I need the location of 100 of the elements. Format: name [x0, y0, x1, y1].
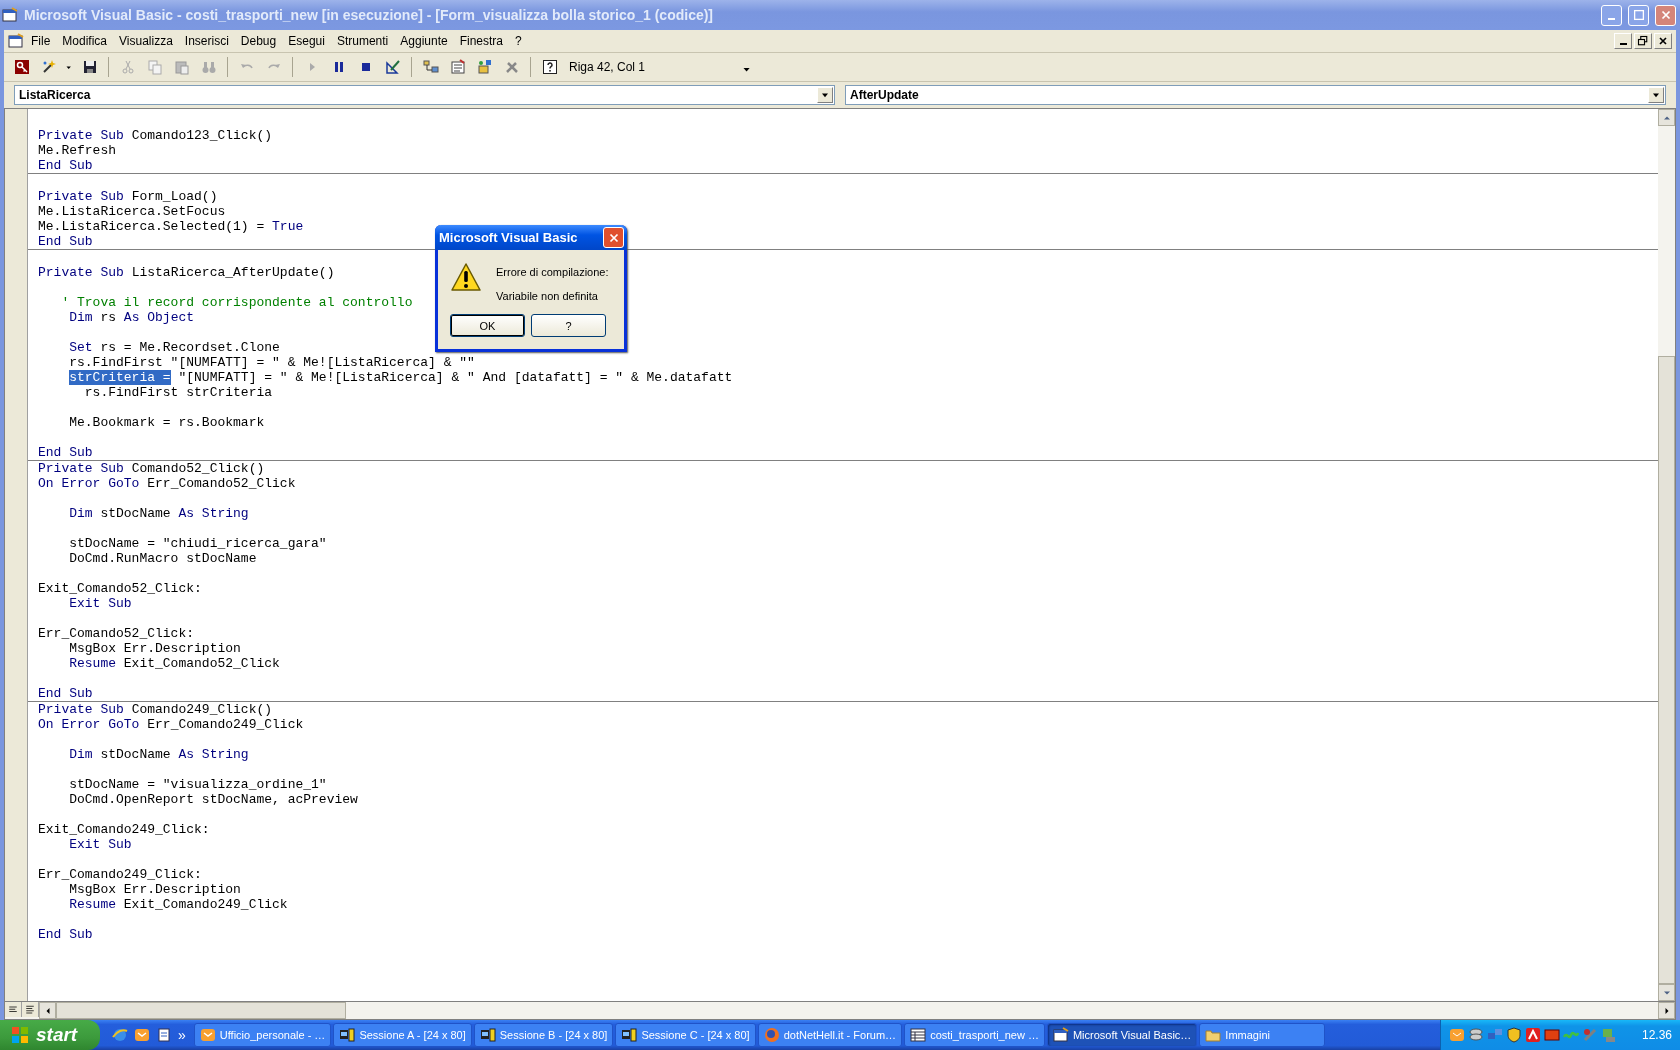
dialog-title: Microsoft Visual Basic — [439, 230, 579, 245]
window-icon — [8, 33, 24, 49]
code-line: Private Sub Form_Load() — [37, 189, 218, 204]
window-title: Microsoft Visual Basic - costi_trasporti_new [in esecuzione] - [Form_visualizza bolla storico_1 (codice)] — [24, 7, 715, 23]
menu-item[interactable]: Strumenti — [331, 32, 394, 50]
scroll-thumb[interactable] — [1658, 356, 1675, 984]
code-line: Err_Comando249_Click: — [37, 867, 202, 882]
menu-item[interactable]: Inserisci — [179, 32, 234, 50]
maximize-button[interactable] — [1628, 4, 1649, 26]
taskbar-button[interactable]: Ufficio_personale - … — [193, 1023, 332, 1047]
code-line: Me.Bookmark = rs.Bookmark — [68, 415, 265, 430]
code-line: Exit_Comando249_Click: — [37, 822, 210, 837]
procedure-dropdown[interactable]: AfterUpdate — [845, 85, 1666, 105]
envelope-icon[interactable] — [1449, 1027, 1465, 1043]
code-line: Err_Comando52_Click: — [37, 626, 195, 641]
code-line: Me.ListaRicerca.Selected(1) = True — [37, 219, 304, 234]
code-line: End Sub — [37, 686, 93, 701]
terminal-icon — [479, 1027, 496, 1043]
close-icon — [1657, 35, 1669, 47]
code-line: End Sub — [37, 445, 93, 460]
code-line: Private Sub Comando123_Click() — [37, 128, 273, 143]
dialog-button[interactable]: OK — [450, 314, 525, 337]
maximize-icon — [1631, 8, 1646, 22]
menu-item[interactable]: ? — [510, 32, 527, 50]
code-line: stDocName = "chiudi_ricerca_gara" — [68, 536, 327, 551]
code-line: Dim stDocName As String — [68, 506, 249, 521]
terminal-icon — [621, 1027, 638, 1043]
dialog-button[interactable]: ? — [531, 314, 606, 337]
code-line: On Error GoTo Err_Comando52_Click — [37, 476, 296, 491]
warning-icon — [450, 262, 482, 292]
code-line: MsgBox Err.Description — [68, 641, 241, 656]
minimize-icon — [1608, 18, 1615, 20]
error-message: Variabile non definita — [496, 290, 599, 302]
taskbar-button[interactable]: Immagini — [1199, 1023, 1326, 1047]
taskbar-button[interactable]: Sessione B - [24 x 80] — [473, 1023, 614, 1047]
document-icon[interactable] — [156, 1027, 172, 1043]
code-line: Exit Sub — [68, 596, 132, 611]
help-icon[interactable] — [541, 59, 558, 75]
menu-item[interactable]: Finestra — [454, 32, 509, 50]
save-icon[interactable] — [81, 59, 98, 75]
vertical-scrollbar[interactable] — [1658, 109, 1675, 1001]
restore-button[interactable] — [1634, 33, 1652, 49]
globe-icon[interactable] — [112, 1027, 128, 1043]
globe-icon — [763, 1027, 780, 1043]
menu-item[interactable]: Esegui — [283, 32, 330, 50]
restore-icon — [1637, 35, 1649, 47]
more-button[interactable]: » — [178, 1027, 186, 1043]
code-line: End Sub — [37, 927, 93, 942]
module-view-icon — [24, 1003, 36, 1016]
code-line: Private Sub ListaRicerca_AfterUpdate() — [37, 265, 335, 280]
taskbar-button[interactable]: dotNetHell.it - Forum… — [757, 1023, 903, 1047]
code-line: Private Sub Comando249_Click() — [37, 702, 273, 717]
triangle-ruler-icon[interactable] — [384, 59, 401, 75]
object-dropdown[interactable]: ListaRicerca — [14, 85, 835, 105]
code-line: rs.FindFirst strCriteria — [83, 385, 273, 400]
taskbar-button[interactable]: Sessione C - [24 x 80] — [615, 1023, 756, 1047]
code-line: DoCmd.RunMacro stDocName — [68, 551, 257, 566]
code-line: On Error GoTo Err_Comando249_Click — [37, 717, 304, 732]
code-line: End Sub — [37, 158, 93, 173]
code-line: Resume Exit_Comando249_Click — [68, 897, 288, 912]
envelope-icon[interactable] — [134, 1027, 150, 1043]
taskbar-button[interactable]: Sessione A - [24 x 80] — [333, 1023, 472, 1047]
menu-item[interactable]: Aggiunte — [395, 32, 453, 50]
scroll-thumb[interactable] — [56, 1002, 346, 1019]
project-tree-icon[interactable] — [422, 59, 439, 75]
menu-item[interactable]: Modifica — [57, 32, 113, 50]
code-line: stDocName = "visualizza_ordine_1" — [68, 777, 327, 792]
minimize-button[interactable] — [1614, 33, 1632, 49]
folder-icon — [1205, 1027, 1222, 1043]
menu-item[interactable]: Visualizza — [114, 32, 178, 50]
disks-icon[interactable] — [1468, 1027, 1484, 1043]
code-line: Private Sub Comando52_Click() — [37, 461, 265, 476]
code-line: strCriteria = "[NUMFATT] = " & Me![ListaRicerca] & " And [datafatt] = " & Me.datafatt — [68, 370, 733, 385]
code-line: Exit Sub — [68, 837, 132, 852]
envelope-icon — [199, 1027, 216, 1043]
taskbar-button[interactable]: Microsoft Visual Basic… — [1046, 1023, 1198, 1047]
menu-item[interactable]: Debug — [235, 32, 282, 50]
paste-icon[interactable] — [173, 59, 190, 75]
window-icon — [2, 7, 18, 23]
shield-icon[interactable] — [1506, 1027, 1522, 1043]
window-icon — [1052, 1027, 1069, 1043]
terminal-icon — [339, 1027, 356, 1043]
properties-icon[interactable] — [449, 59, 466, 75]
table-icon — [910, 1027, 927, 1043]
object-browser-icon[interactable] — [476, 59, 493, 75]
code-line: Dim stDocName As String — [68, 747, 249, 762]
module-view-button[interactable] — [22, 1002, 39, 1017]
taskbar-button[interactable]: costi_trasporti_new … — [904, 1023, 1045, 1047]
menu-item[interactable]: File — [26, 32, 56, 50]
code-line: Set rs = Me.Recordset.Clone — [68, 340, 280, 355]
code-line: Exit_Comando52_Click: — [37, 581, 202, 596]
horizontal-scrollbar[interactable] — [4, 1001, 1676, 1020]
close-button[interactable] — [1654, 33, 1672, 49]
code-line: Dim rs As Object — [68, 310, 195, 325]
procedure-view-button[interactable] — [5, 1002, 22, 1017]
code-line: rs.FindFirst "[NUMFATT] = " & Me![ListaRicerca] & "" — [68, 355, 475, 370]
cursor-position: Riga 42, Col 1 — [569, 60, 646, 74]
key-icon[interactable] — [13, 59, 30, 75]
code-line: End Sub — [37, 234, 93, 249]
clock: 12.36 — [1641, 1028, 1672, 1042]
